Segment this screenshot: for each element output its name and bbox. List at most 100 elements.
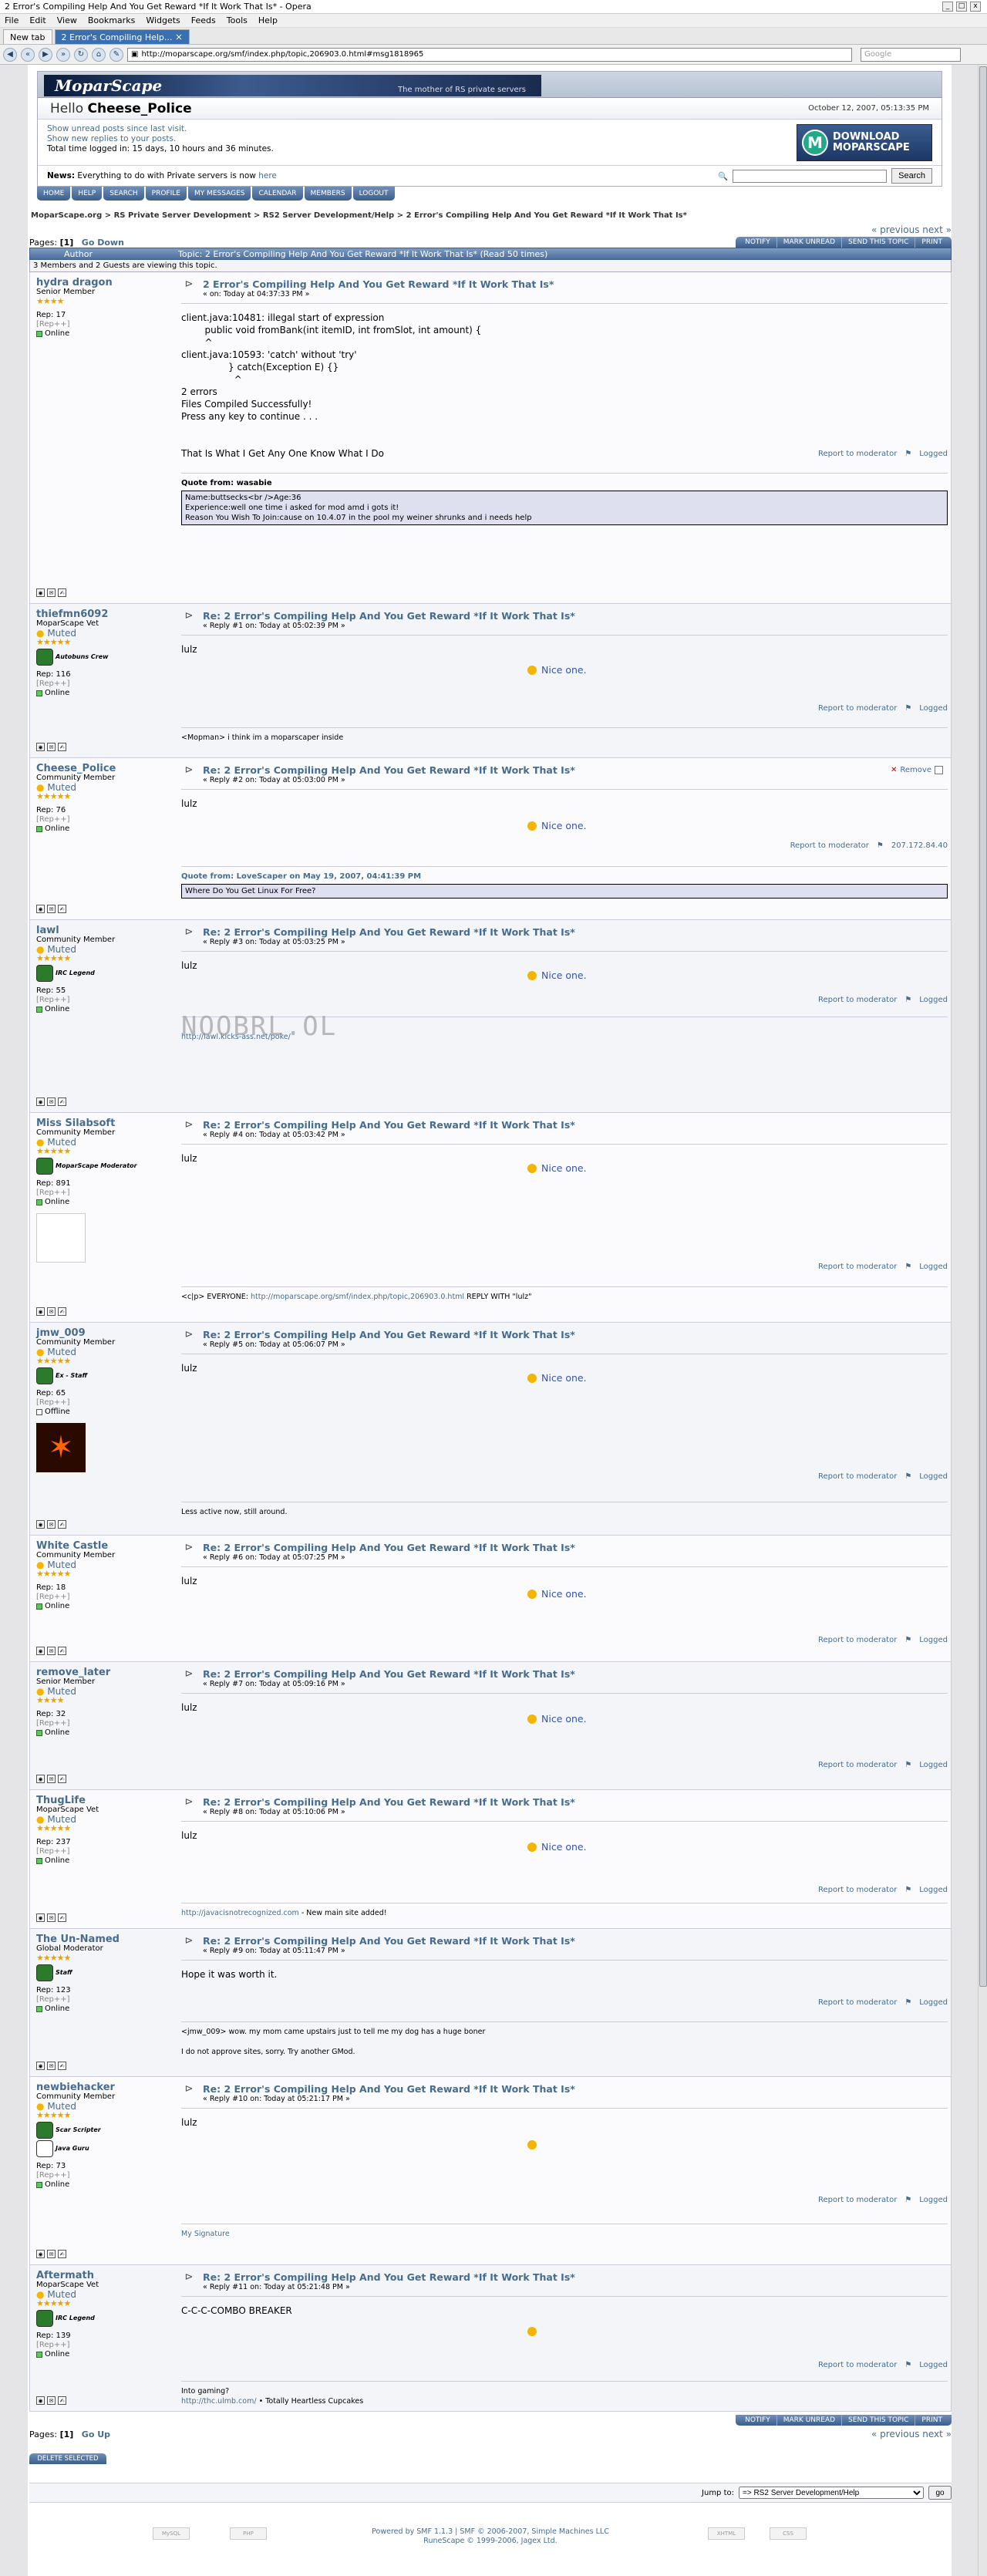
profile-icon[interactable]: ◉ (36, 1097, 45, 1106)
main-menu-item[interactable]: HELP (72, 187, 103, 201)
profile-icon[interactable]: ◉ (36, 2250, 45, 2258)
report-link[interactable]: Report to moderator (818, 1886, 897, 1894)
report-link[interactable]: Report to moderator (818, 1998, 897, 2007)
download-moparscape-button[interactable]: M DOWNLOAD MOPARSCAPE (797, 124, 932, 161)
profile-icon[interactable]: ◉ (36, 588, 45, 597)
email-icon[interactable]: ✉ (47, 743, 56, 751)
rep-plus-link[interactable]: [Rep++] (36, 1593, 170, 1602)
send-topic-button[interactable]: SEND THIS TOPIC (842, 2415, 916, 2426)
pm-icon[interactable]: ✍ (58, 2396, 66, 2405)
signature-link[interactable]: My Signature (181, 2230, 230, 2238)
tab-new[interactable]: New tab (3, 29, 52, 44)
pm-icon[interactable]: ✍ (58, 1913, 66, 1922)
email-icon[interactable]: ✉ (47, 1520, 56, 1529)
report-link[interactable]: Report to moderator (818, 2196, 897, 2204)
minimize-button[interactable]: _ (942, 2, 953, 12)
search-engine-input[interactable]: Google (861, 47, 961, 62)
mark-unread-button[interactable]: MARK UNREAD (777, 237, 843, 248)
post-subject[interactable]: Re: 2 Error's Compiling Help And You Get… (203, 1329, 575, 1340)
rep-plus-link[interactable]: [Rep++] (36, 815, 170, 824)
profile-icon[interactable]: ◉ (36, 743, 45, 751)
post-subject[interactable]: Re: 2 Error's Compiling Help And You Get… (203, 2271, 575, 2283)
email-icon[interactable]: ✉ (47, 905, 56, 913)
xhtml-badge-icon[interactable]: XHTML (708, 2527, 745, 2540)
nice-one[interactable]: Nice one. (527, 1841, 587, 1853)
profile-icon[interactable]: ◉ (36, 1647, 45, 1655)
poster-name[interactable]: Cheese_Police (36, 764, 170, 774)
rep-plus-link[interactable]: [Rep++] (36, 1995, 170, 2004)
jump-to-select[interactable]: => RS2 Server Development/Help (739, 2487, 924, 2499)
notify-button[interactable]: NOTIFY (739, 237, 777, 248)
email-icon[interactable]: ✉ (47, 1775, 56, 1783)
poster-name[interactable]: ThugLife (36, 1795, 170, 1806)
email-icon[interactable]: ✉ (47, 588, 56, 597)
poster-name[interactable]: The Un-Named (36, 1934, 170, 1944)
print-button[interactable]: PRINT (915, 237, 948, 248)
poster-name[interactable]: remove_later (36, 1667, 170, 1677)
main-menu-item[interactable]: MEMBERS (304, 187, 352, 201)
tab-topic[interactable]: 2 Error's Compiling Help... ✕ (54, 29, 190, 44)
poster-name[interactable]: Miss Silabsoft (36, 1118, 170, 1128)
pm-icon[interactable]: ✍ (58, 588, 66, 597)
poster-name[interactable]: newbiehacker (36, 2082, 170, 2092)
go-down-link[interactable]: Go Down (82, 238, 124, 248)
email-icon[interactable]: ✉ (47, 2250, 56, 2258)
profile-icon[interactable]: ◉ (36, 1775, 45, 1783)
delete-selected-button[interactable]: DELETE SELECTED (29, 2453, 106, 2464)
pm-icon[interactable]: ✍ (58, 1775, 66, 1783)
poster-name[interactable]: thiefmn6092 (36, 609, 170, 619)
report-link[interactable]: Report to moderator (818, 1472, 897, 1481)
rep-plus-link[interactable]: [Rep++] (36, 1719, 170, 1728)
pm-icon[interactable]: ✍ (58, 1307, 66, 1316)
breadcrumb-home[interactable]: MoparScape.org (31, 211, 102, 220)
rep-plus-link[interactable]: [Rep++] (36, 320, 170, 329)
send-topic-button[interactable]: SEND THIS TOPIC (842, 237, 916, 248)
rep-plus-link[interactable]: [Rep++] (36, 2171, 170, 2180)
unread-posts-link[interactable]: Show unread posts since last visit. (47, 124, 187, 133)
profile-icon[interactable]: ◉ (36, 2396, 45, 2405)
php-badge-icon[interactable]: PHP (230, 2527, 267, 2540)
css-badge-icon[interactable]: CSS (770, 2527, 807, 2540)
fast-forward-icon[interactable]: » (56, 47, 70, 62)
poster-name[interactable]: jmw_009 (36, 1328, 170, 1338)
print-button[interactable]: PRINT (915, 2415, 948, 2426)
rep-plus-link[interactable]: [Rep++] (36, 996, 170, 1005)
signature-link[interactable]: http://thc.ulmb.com/ (181, 2397, 257, 2406)
nice-one[interactable]: Nice one. (527, 820, 587, 831)
main-menu-item[interactable]: PROFILE (145, 187, 187, 201)
home-icon[interactable]: ⌂ (92, 47, 106, 62)
poster-name[interactable]: lawl (36, 926, 170, 936)
mysql-badge-icon[interactable]: MySQL (153, 2527, 190, 2540)
profile-icon[interactable]: ◉ (36, 1913, 45, 1922)
menu-edit[interactable]: Edit (29, 15, 45, 25)
rep-plus-link[interactable]: [Rep++] (36, 2341, 170, 2350)
jump-go-button[interactable]: go (928, 2486, 952, 2500)
post-subject[interactable]: Re: 2 Error's Compiling Help And You Get… (203, 1119, 575, 1131)
search-button[interactable]: Search (891, 168, 932, 184)
rep-plus-link[interactable]: [Rep++] (36, 679, 170, 689)
rewind-icon[interactable]: « (21, 47, 35, 62)
poster-name[interactable]: White Castle (36, 1541, 170, 1551)
wand-icon[interactable]: ✎ (109, 47, 123, 62)
pm-icon[interactable]: ✍ (58, 905, 66, 913)
main-menu-item[interactable]: HOME (37, 187, 71, 201)
menu-bookmarks[interactable]: Bookmarks (88, 15, 135, 25)
main-menu-item[interactable]: LOGOUT (352, 187, 395, 201)
profile-icon[interactable]: ◉ (36, 2062, 45, 2070)
post-subject[interactable]: Re: 2 Error's Compiling Help And You Get… (203, 1542, 575, 1553)
report-link[interactable]: Report to moderator (818, 450, 897, 458)
breadcrumb-subboard[interactable]: RS2 Server Development/Help (263, 211, 394, 220)
reload-icon[interactable]: ↻ (74, 47, 88, 62)
report-link[interactable]: Report to moderator (818, 1263, 897, 1271)
page-scrollbar[interactable] (978, 65, 987, 2576)
signature-link[interactable]: http://moparscape.org/smf/index.php/topi… (251, 1293, 464, 1301)
report-link[interactable]: Report to moderator (818, 1636, 897, 1644)
prev-next-bottom[interactable]: « previous next » (736, 2429, 952, 2439)
post-subject[interactable]: Re: 2 Error's Compiling Help And You Get… (203, 610, 575, 622)
nice-one[interactable]: Nice one. (527, 1713, 587, 1725)
main-menu-item[interactable]: SEARCH (103, 187, 144, 201)
email-icon[interactable]: ✉ (47, 2062, 56, 2070)
menu-help[interactable]: Help (258, 15, 278, 25)
post-subject[interactable]: Re: 2 Error's Compiling Help And You Get… (203, 1796, 575, 1808)
profile-icon[interactable]: ◉ (36, 1520, 45, 1529)
